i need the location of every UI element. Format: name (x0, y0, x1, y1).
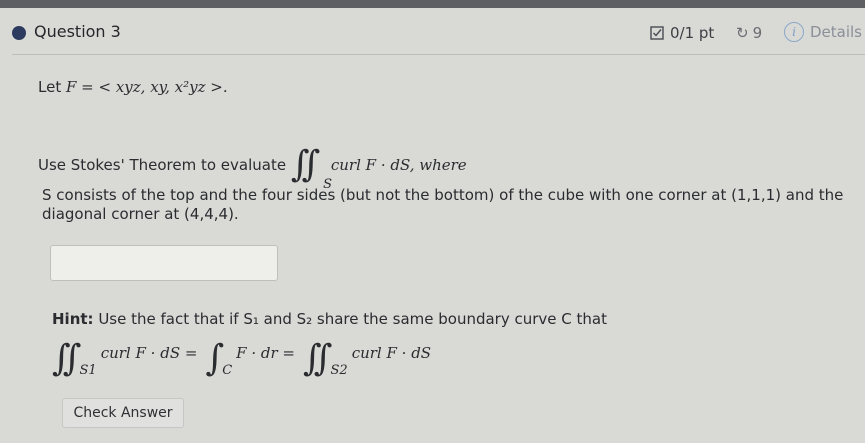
hint-line: Hint: Use the fact that if S₁ and S₂ sha… (52, 310, 607, 328)
details-label: Details (810, 23, 863, 41)
double-integral-symbol-left: ∫∫ (52, 338, 81, 379)
sub-s1: S1 (79, 363, 97, 378)
retry-counter: ↻ 9 (736, 24, 762, 42)
score-indicator: 0/1 pt (650, 24, 714, 42)
question-title: Question 3 (34, 22, 121, 41)
question-status-dot (12, 26, 26, 40)
retry-icon: ↻ (736, 24, 749, 42)
integrand-text: curl F · dS, where (330, 156, 467, 174)
header-divider (12, 54, 865, 55)
details-button[interactable]: i Details (784, 22, 862, 42)
score-text: 0/1 pt (670, 24, 715, 42)
answer-input[interactable] (50, 245, 278, 281)
surface-description: S consists of the top and the four sides… (42, 186, 844, 223)
question-header: Question 3 0/1 pt ↻ 9 i Details (0, 8, 865, 55)
eq-mid: F · dr = (236, 343, 295, 362)
field-expression: F = < xyz, xy, x²yz >. (65, 78, 228, 96)
sub-s2: S2 (330, 363, 348, 378)
eq-left: curl F · dS = (100, 343, 198, 362)
field-definition: Let F = < xyz, xy, x²yz >. (38, 78, 228, 96)
let-label: Let (38, 78, 62, 96)
double-integral-symbol-right: ∫∫ (302, 338, 332, 379)
checkbox-icon (650, 26, 664, 40)
double-integral-symbol: ∫∫ (290, 144, 320, 185)
sub-c: C (222, 363, 233, 378)
check-answer-button[interactable]: Check Answer (62, 398, 184, 428)
hint-text: Use the fact that if S₁ and S₂ share the… (98, 310, 607, 328)
info-icon: i (784, 22, 804, 42)
prompt-text: Use Stokes' Theorem to evaluate (38, 156, 287, 174)
line-integral-symbol: ∫ (205, 338, 224, 379)
stokes-prompt: Use Stokes' Theorem to evaluate ∫∫ S cur… (38, 138, 467, 192)
hint-label: Hint: (52, 310, 94, 328)
retry-count: 9 (752, 24, 763, 42)
eq-right: curl F · dS (351, 343, 432, 362)
top-bar (0, 0, 865, 8)
hint-equation: ∫∫ S1 curl F · dS = ∫ C F · dr = ∫∫ S2 c… (52, 332, 432, 379)
